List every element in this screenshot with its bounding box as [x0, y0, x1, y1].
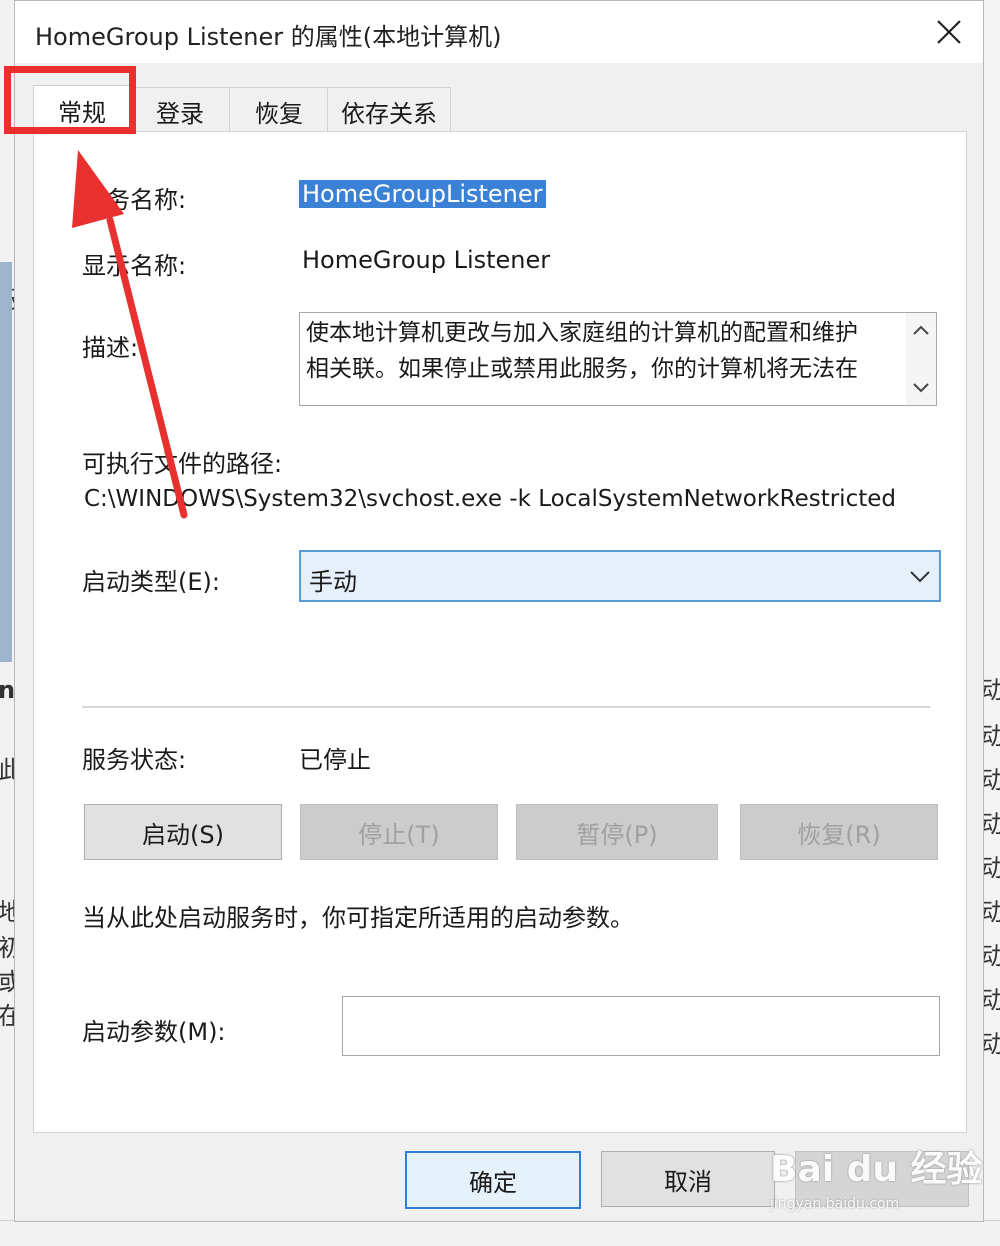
- scroll-down-button[interactable]: [912, 379, 930, 397]
- close-icon: [937, 20, 961, 44]
- background-taskbar-strip: [0, 1220, 1000, 1246]
- startup-type-label: 启动类型(E):: [82, 568, 220, 596]
- service-name-value[interactable]: HomeGroupListener: [299, 180, 546, 208]
- display-name-label: 显示名称:: [82, 252, 187, 280]
- executable-path-label: 可执行文件的路径:: [82, 450, 283, 478]
- description-line: 使本地计算机更改与加入家庭组的计算机的配置和维护: [306, 320, 858, 346]
- display-name-value: HomeGroup Listener: [302, 246, 551, 274]
- chevron-down-icon: [910, 571, 930, 583]
- startup-type-select[interactable]: 手动: [299, 550, 941, 602]
- startup-params-label: 启动参数(M):: [82, 1018, 226, 1046]
- description-label: 描述:: [82, 334, 139, 362]
- tab-recovery[interactable]: 恢复: [229, 87, 329, 134]
- cancel-button[interactable]: 取消: [601, 1151, 775, 1207]
- general-tab-panel: 服务名称: HomeGroupListener 显示名称: HomeGroup …: [33, 131, 967, 1133]
- chevron-up-icon: [913, 325, 929, 335]
- startup-params-hint: 当从此处启动服务时，你可指定所适用的启动参数。: [82, 904, 634, 932]
- startup-params-input[interactable]: [342, 996, 940, 1056]
- description-line: 相关联。如果停止或禁用此服务，你的计算机将无法在: [306, 356, 858, 382]
- service-name-text: HomeGroupListener: [299, 180, 546, 208]
- startup-type-value: 手动: [309, 568, 357, 596]
- background-window-right: 动 动 动 动 动 动 动 动 动: [980, 0, 1000, 1245]
- scroll-up-button[interactable]: [912, 321, 930, 339]
- close-button[interactable]: [925, 9, 973, 55]
- tab-highlight-annotation: [4, 66, 136, 134]
- stop-button[interactable]: 停止(T): [300, 804, 498, 860]
- title-bar: HomeGroup Listener 的属性(本地计算机): [15, 1, 983, 63]
- pause-button[interactable]: 暂停(P): [516, 804, 718, 860]
- description-textbox[interactable]: 使本地计算机更改与加入家庭组的计算机的配置和维护 相关联。如果停止或禁用此服务，…: [299, 312, 937, 406]
- watermark-logo-text: Bai du 经验: [770, 1149, 983, 1190]
- watermark-url: jingyan.baidu.com: [770, 1196, 900, 1212]
- tab-logon[interactable]: 登录: [129, 87, 231, 134]
- start-button[interactable]: 启动(S): [84, 804, 282, 860]
- service-status-value: 已停止: [299, 746, 371, 774]
- service-status-label: 服务状态:: [82, 746, 187, 774]
- resume-button[interactable]: 恢复(R): [740, 804, 938, 860]
- chevron-down-icon: [913, 383, 929, 393]
- window-title: HomeGroup Listener 的属性(本地计算机): [35, 23, 502, 51]
- ok-button[interactable]: 确定: [405, 1151, 581, 1209]
- background-window-selection: [0, 262, 12, 662]
- description-scrollbar[interactable]: [906, 313, 936, 405]
- executable-path-value: C:\WINDOWS\System32\svchost.exe -k Local…: [84, 486, 896, 512]
- service-name-label: 服务名称:: [82, 186, 187, 214]
- section-divider: [82, 706, 930, 708]
- description-text: 使本地计算机更改与加入家庭组的计算机的配置和维护 相关联。如果停止或禁用此服务，…: [306, 315, 902, 387]
- service-properties-dialog: HomeGroup Listener 的属性(本地计算机) 常规 登录 恢复 依…: [14, 0, 984, 1222]
- tab-dependencies[interactable]: 依存关系: [327, 87, 451, 134]
